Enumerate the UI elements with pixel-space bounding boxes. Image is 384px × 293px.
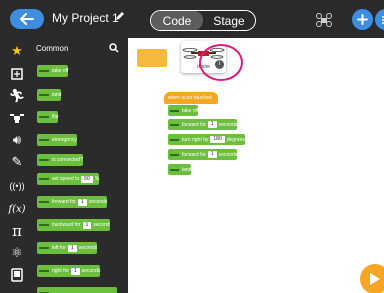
block-value-input[interactable]: 1 <box>67 244 77 252</box>
block-grip <box>39 139 49 141</box>
signal-icon[interactable]: ((•)) <box>9 178 25 194</box>
arrow-left-icon <box>20 13 34 25</box>
block-grip <box>170 153 179 156</box>
block-suffix: second <box>93 222 110 228</box>
sound-icon[interactable]: 🔊︎ <box>9 132 25 148</box>
block-value-input[interactable]: 1 <box>70 267 80 275</box>
block-value-input[interactable]: 50 <box>81 175 93 183</box>
palette-block-is-connected[interactable]: is connected? <box>37 154 83 166</box>
palette-block-left[interactable]: left for 1 seconds <box>37 242 98 254</box>
atom-icon[interactable]: ⚛ <box>9 245 25 261</box>
block-label: emergency <box>52 137 77 143</box>
block-label: take off <box>52 68 69 74</box>
tab-code[interactable]: Code <box>151 11 203 30</box>
block-suffix: seconds <box>88 199 108 205</box>
pencil-icon[interactable] <box>115 11 125 21</box>
hat-label: when actor touched <box>168 95 212 101</box>
block-grip <box>39 201 49 203</box>
block-label: turn right by <box>182 136 209 143</box>
block-label: backward for <box>52 222 81 228</box>
block-suffix: degrees <box>226 136 245 143</box>
block-grip <box>39 94 49 96</box>
block-suffix: seconds <box>81 268 101 274</box>
play-icon <box>370 273 380 285</box>
palette-block-set-speed[interactable]: set speed to 50 % <box>37 173 100 185</box>
block-grip <box>170 168 179 171</box>
code-block-forward[interactable]: forward for 1 seconds <box>168 119 238 130</box>
palette-block-backward[interactable]: backward for 1 second <box>37 219 110 231</box>
block-palette: ★ 🏃︎ 🔊︎ ✎ ((•)) f(x) π ⚛ Common take off… <box>0 38 128 293</box>
block-value-input[interactable]: 1 <box>207 121 217 128</box>
block-grip <box>39 270 49 272</box>
category-label: Common <box>36 44 69 53</box>
palette-block-partial[interactable] <box>37 287 117 293</box>
block-grip <box>170 138 179 141</box>
palette-block-right[interactable]: right for 1 seconds <box>37 265 101 277</box>
project-title: My Project 1 <box>52 11 119 25</box>
drone-category-icon[interactable] <box>9 110 25 126</box>
block-suffix: seconds <box>218 151 238 158</box>
code-block-turn-right[interactable]: turn right by 180 degrees <box>168 134 245 145</box>
palette-block-forward[interactable]: forward for 1 seconds <box>37 196 108 208</box>
block-label: land <box>52 92 62 98</box>
block-label: right for <box>52 268 69 274</box>
block-label: left for <box>52 245 66 251</box>
takeoff-icon[interactable] <box>9 66 25 82</box>
block-grip <box>39 224 49 226</box>
block-label: forward for <box>182 151 206 158</box>
add-button[interactable] <box>352 9 373 30</box>
highlight-circle <box>199 44 243 81</box>
function-icon[interactable]: f(x) <box>8 201 25 217</box>
block-label: land <box>182 166 192 173</box>
category-strip: ★ 🏃︎ 🔊︎ ✎ ((•)) f(x) π ⚛ <box>0 38 32 293</box>
palette-block-take-off[interactable]: take off <box>37 65 69 77</box>
code-stage-toggle: Code Stage <box>150 10 256 31</box>
tab-stage[interactable]: Stage <box>203 11 255 30</box>
actor-thumbnail[interactable] <box>137 49 167 67</box>
block-label: is connected? <box>52 157 83 163</box>
block-suffix: % <box>94 176 100 182</box>
block-value-input[interactable]: 1 <box>82 221 92 229</box>
palette-block-flip[interactable]: flip <box>37 111 59 123</box>
back-button[interactable] <box>10 9 44 29</box>
block-label: set speed to <box>52 176 80 182</box>
block-grip <box>39 178 49 180</box>
code-block-land[interactable]: land <box>168 164 192 175</box>
hat-block-when-touched[interactable]: when actor touched <box>164 92 218 104</box>
block-label: take off <box>182 107 199 114</box>
code-block-forward-2[interactable]: forward for 1 seconds <box>168 149 238 160</box>
block-grip <box>39 116 49 118</box>
block-suffix: seconds <box>218 121 238 128</box>
plus-icon <box>357 14 368 25</box>
block-suffix: seconds <box>78 245 98 251</box>
palette-block-emergency[interactable]: emergency <box>37 134 77 146</box>
code-canvas[interactable]: drone i when actor touched take off forw… <box>128 38 384 293</box>
block-value-input[interactable]: 1 <box>207 151 217 158</box>
pencil-category-icon[interactable]: ✎ <box>9 154 25 170</box>
device-icon[interactable] <box>9 267 25 283</box>
block-value-input[interactable]: 180 <box>210 136 225 143</box>
palette-block-land[interactable]: land <box>37 89 62 101</box>
block-value-input[interactable]: 1 <box>77 198 87 206</box>
block-grip <box>39 159 49 161</box>
pi-icon[interactable]: π <box>9 222 25 240</box>
block-label: flip <box>52 114 59 120</box>
search-icon[interactable] <box>109 43 119 53</box>
drone-connect-icon[interactable] <box>316 13 332 27</box>
block-label: forward for <box>52 199 76 205</box>
code-block-take-off[interactable]: take off <box>168 105 199 116</box>
menu-button[interactable] <box>375 9 384 30</box>
block-grip <box>39 247 49 249</box>
play-button[interactable] <box>360 264 384 293</box>
block-grip <box>39 70 49 72</box>
block-grip <box>170 109 179 112</box>
block-label: forward for <box>182 121 206 128</box>
star-icon[interactable]: ★ <box>9 43 25 59</box>
top-bar: My Project 1 Code Stage <box>0 0 384 38</box>
block-grip <box>170 123 179 126</box>
run-icon[interactable]: 🏃︎ <box>9 88 26 104</box>
